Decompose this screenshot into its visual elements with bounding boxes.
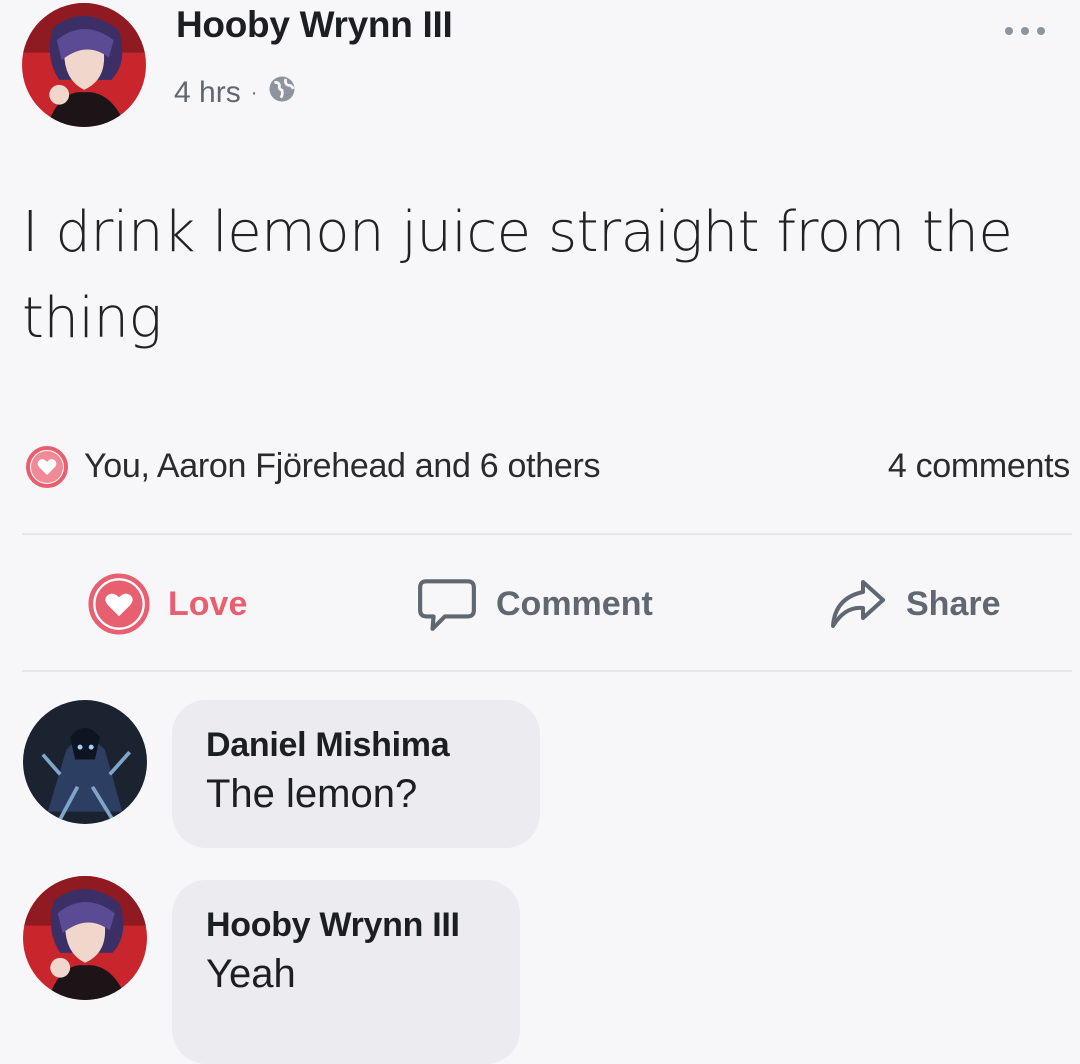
divider <box>22 670 1072 672</box>
globe-icon[interactable] <box>267 74 297 112</box>
comments-count[interactable]: 4 comments <box>888 447 1070 486</box>
more-options-icon[interactable] <box>995 16 1055 46</box>
share-button[interactable]: Share <box>826 574 1001 634</box>
commenter-name[interactable]: Daniel Mishima <box>206 722 506 768</box>
comment-bubble[interactable]: Daniel Mishima The lemon? <box>172 700 540 848</box>
comment-bubble[interactable]: Hooby Wrynn III Yeah <box>172 880 520 1064</box>
author-name[interactable]: Hooby Wrynn III <box>176 4 453 46</box>
love-button[interactable]: Love <box>88 573 248 635</box>
love-label: Love <box>168 584 248 623</box>
divider <box>22 533 1072 535</box>
post-meta: 4 hrs · <box>174 74 297 112</box>
action-bar: Love Comment Share <box>0 568 1080 644</box>
heart-icon <box>88 573 150 635</box>
comment-icon <box>418 579 476 631</box>
reactions-summary[interactable]: You, Aaron Fjörehead and 6 others <box>84 447 601 486</box>
heart-icon[interactable] <box>26 446 68 488</box>
author-avatar[interactable] <box>22 3 146 127</box>
post-time[interactable]: 4 hrs <box>174 76 241 110</box>
share-label: Share <box>906 584 1001 623</box>
post-text: I drink lemon juice straight from the th… <box>22 200 1013 351</box>
comment-label: Comment <box>496 584 653 623</box>
commenter-avatar[interactable] <box>23 876 147 1000</box>
reactions-row: You, Aaron Fjörehead and 6 others 4 comm… <box>22 441 1072 495</box>
comment-text: Yeah <box>206 952 296 996</box>
meta-separator: · <box>250 81 258 104</box>
commenter-avatar[interactable] <box>23 700 147 824</box>
share-icon <box>831 580 885 628</box>
comment-text: The lemon? <box>206 772 418 816</box>
commenter-name[interactable]: Hooby Wrynn III <box>206 902 486 948</box>
comment-button[interactable]: Comment <box>416 574 653 634</box>
